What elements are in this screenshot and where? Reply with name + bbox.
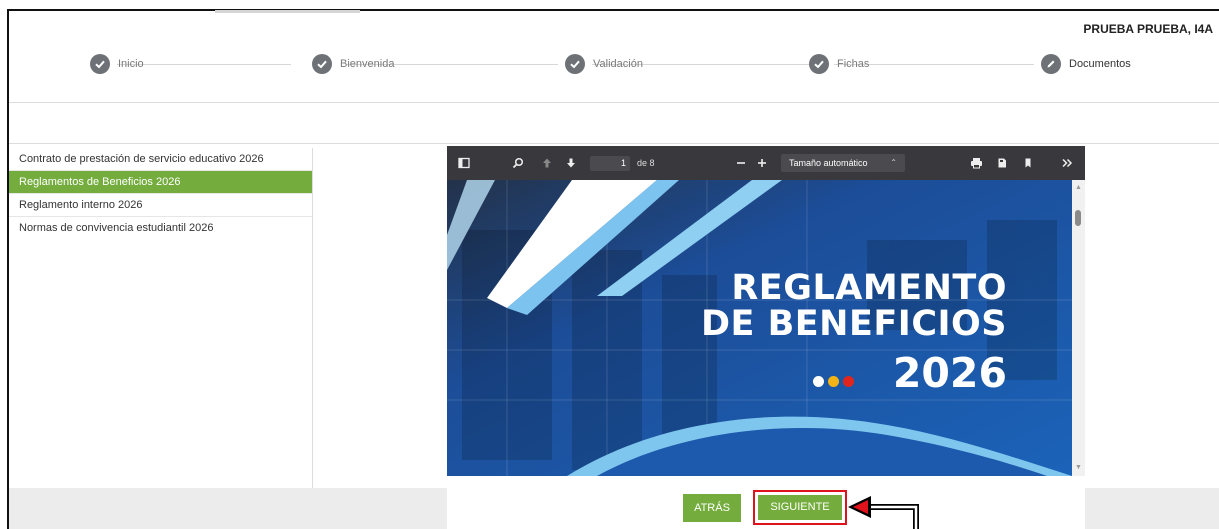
back-button[interactable]: ATRÁS bbox=[683, 494, 741, 522]
document-item-normas-convivencia[interactable]: Normas de convivencia estudiantil 2026 bbox=[9, 217, 312, 239]
pdf-toolbar: 1 de 8 Tamaño automático ⌃ bbox=[447, 146, 1085, 180]
next-button[interactable]: SIGUIENTE bbox=[758, 495, 842, 520]
page-count: de 8 bbox=[637, 158, 655, 168]
scroll-up-icon[interactable]: ▲ bbox=[1075, 184, 1082, 191]
chevron-down-icon: ⌃ bbox=[890, 158, 897, 167]
zoom-select-value: Tamaño automático bbox=[789, 158, 868, 168]
divider bbox=[9, 143, 1219, 144]
bookmark-icon[interactable] bbox=[1020, 155, 1036, 171]
tab-indicator bbox=[215, 10, 360, 13]
cover-title-line1: REGLAMENTO bbox=[731, 268, 1007, 308]
cover-title-line2: DE BENEFICIOS bbox=[700, 304, 1007, 344]
cover-title: REGLAMENTO DE BENEFICIOS bbox=[692, 270, 1007, 342]
pencil-icon bbox=[1041, 54, 1061, 74]
pdf-page[interactable]: REGLAMENTO DE BENEFICIOS 2026 bbox=[447, 180, 1072, 476]
step-bienvenida[interactable]: Bienvenida bbox=[312, 54, 394, 74]
next-button-highlight: SIGUIENTE bbox=[753, 490, 847, 525]
zoom-in-icon[interactable] bbox=[754, 155, 770, 171]
next-page-icon[interactable] bbox=[563, 155, 579, 171]
pdf-viewer: 1 de 8 Tamaño automático ⌃ REGLAMENTO DE… bbox=[447, 146, 1085, 529]
annotation-arrow-icon bbox=[848, 496, 919, 529]
scrollbar-thumb[interactable] bbox=[1075, 210, 1081, 226]
document-item-reglamento-interno[interactable]: Reglamento interno 2026 bbox=[9, 194, 312, 217]
print-icon[interactable] bbox=[968, 155, 984, 171]
divider bbox=[9, 102, 1219, 103]
step-validacion[interactable]: Validación bbox=[565, 54, 643, 74]
yellow-dot bbox=[828, 376, 839, 387]
zoom-select[interactable]: Tamaño automático ⌃ bbox=[781, 154, 905, 172]
progress-stepper: Inicio Bienvenida Validación Fichas Docu… bbox=[9, 54, 1219, 90]
white-dot bbox=[813, 376, 824, 387]
document-item-contrato[interactable]: Contrato de prestación de servicio educa… bbox=[9, 148, 312, 171]
check-icon bbox=[312, 54, 332, 74]
step-label: Validación bbox=[593, 58, 643, 70]
scroll-down-icon[interactable]: ▼ bbox=[1075, 464, 1082, 471]
document-item-reglamento-beneficios[interactable]: Reglamentos de Beneficios 2026 bbox=[9, 171, 312, 194]
previous-page-icon[interactable] bbox=[539, 155, 555, 171]
check-icon bbox=[565, 54, 585, 74]
page-number-input[interactable]: 1 bbox=[590, 156, 630, 171]
search-icon[interactable] bbox=[510, 155, 526, 171]
step-label: Inicio bbox=[118, 58, 144, 70]
download-icon[interactable] bbox=[994, 155, 1010, 171]
more-tools-icon[interactable] bbox=[1059, 155, 1075, 171]
check-icon bbox=[809, 54, 829, 74]
step-label: Documentos bbox=[1069, 58, 1131, 70]
document-list: Contrato de prestación de servicio educa… bbox=[9, 148, 313, 488]
step-inicio[interactable]: Inicio bbox=[90, 54, 144, 74]
user-name[interactable]: PRUEBA PRUEBA, I4A bbox=[1083, 22, 1213, 36]
sidebar-toggle-icon[interactable] bbox=[456, 155, 472, 171]
cover-year: 2026 bbox=[892, 349, 1007, 397]
step-label: Fichas bbox=[837, 58, 870, 70]
step-documentos[interactable]: Documentos bbox=[1041, 54, 1131, 74]
step-fichas[interactable]: Fichas bbox=[809, 54, 869, 74]
zoom-out-icon[interactable] bbox=[733, 155, 749, 171]
check-icon bbox=[90, 54, 110, 74]
pdf-scrollbar[interactable]: ▲ ▼ bbox=[1072, 180, 1085, 476]
step-label: Bienvenida bbox=[340, 58, 395, 70]
